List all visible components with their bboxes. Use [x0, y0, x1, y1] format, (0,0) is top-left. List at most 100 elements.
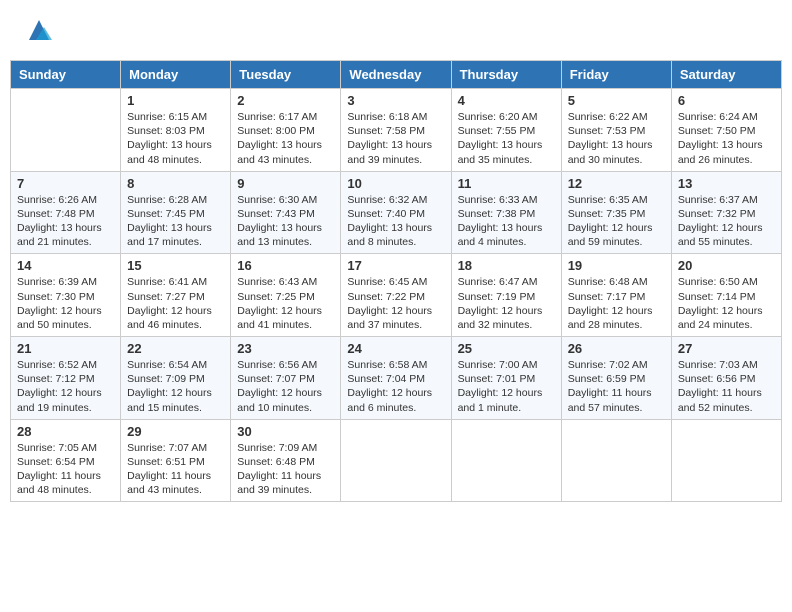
day-info: Sunrise: 7:02 AMSunset: 6:59 PMDaylight:…	[568, 358, 665, 415]
calendar-week-row: 7 Sunrise: 6:26 AMSunset: 7:48 PMDaylight…	[11, 171, 782, 254]
calendar-week-row: 28 Sunrise: 7:05 AMSunset: 6:54 PMDayligh…	[11, 419, 782, 502]
calendar-cell: 10 Sunrise: 6:32 AMSunset: 7:40 PMDayligh…	[341, 171, 451, 254]
day-info: Sunrise: 6:54 AMSunset: 7:09 PMDaylight:…	[127, 358, 224, 415]
logo-icon	[24, 15, 54, 45]
day-number: 6	[678, 93, 775, 108]
day-info: Sunrise: 6:39 AMSunset: 7:30 PMDaylight:…	[17, 275, 114, 332]
column-header-saturday: Saturday	[671, 61, 781, 89]
day-info: Sunrise: 6:47 AMSunset: 7:19 PMDaylight:…	[458, 275, 555, 332]
day-info: Sunrise: 6:35 AMSunset: 7:35 PMDaylight:…	[568, 193, 665, 250]
day-info: Sunrise: 6:17 AMSunset: 8:00 PMDaylight:…	[237, 110, 334, 167]
day-number: 30	[237, 424, 334, 439]
day-number: 14	[17, 258, 114, 273]
calendar-cell: 9Sunrise: 6:30 AMSunset: 7:43 PMDaylight…	[231, 171, 341, 254]
calendar-header-row: SundayMondayTuesdayWednesdayThursdayFrid…	[11, 61, 782, 89]
column-header-friday: Friday	[561, 61, 671, 89]
calendar-week-row: 21Sunrise: 6:52 AMSunset: 7:12 PMDayligh…	[11, 337, 782, 420]
day-number: 15	[127, 258, 224, 273]
day-number: 12	[568, 176, 665, 191]
calendar-cell	[341, 419, 451, 502]
calendar-week-row: 14 Sunrise: 6:39 AMSunset: 7:30 PMDayligh…	[11, 254, 782, 337]
day-info: Sunrise: 6:50 AMSunset: 7:14 PMDaylight:…	[678, 275, 775, 332]
logo	[20, 15, 54, 45]
calendar-cell: 8 Sunrise: 6:28 AMSunset: 7:45 PMDaylight…	[121, 171, 231, 254]
calendar-week-row: 1 Sunrise: 6:15 AMSunset: 8:03 PMDaylight…	[11, 89, 782, 172]
day-number: 7	[17, 176, 114, 191]
calendar-cell: 30 Sunrise: 7:09 AMSunset: 6:48 PMDayligh…	[231, 419, 341, 502]
day-number: 29	[127, 424, 224, 439]
day-info: Sunrise: 7:05 AMSunset: 6:54 PMDaylight:…	[17, 441, 114, 498]
day-info: Sunrise: 6:26 AMSunset: 7:48 PMDaylight:…	[17, 193, 114, 250]
calendar-cell: 2 Sunrise: 6:17 AMSunset: 8:00 PMDaylight…	[231, 89, 341, 172]
calendar-cell: 15 Sunrise: 6:41 AMSunset: 7:27 PMDayligh…	[121, 254, 231, 337]
day-info: Sunrise: 6:28 AMSunset: 7:45 PMDaylight:…	[127, 193, 224, 250]
calendar-cell: 28 Sunrise: 7:05 AMSunset: 6:54 PMDayligh…	[11, 419, 121, 502]
calendar-cell: 20 Sunrise: 6:50 AMSunset: 7:14 PMDayligh…	[671, 254, 781, 337]
calendar-cell	[451, 419, 561, 502]
column-header-thursday: Thursday	[451, 61, 561, 89]
calendar-table: SundayMondayTuesdayWednesdayThursdayFrid…	[10, 60, 782, 502]
day-number: 17	[347, 258, 444, 273]
day-number: 28	[17, 424, 114, 439]
calendar-cell: 16 Sunrise: 6:43 AMSunset: 7:25 PMDayligh…	[231, 254, 341, 337]
day-number: 24	[347, 341, 444, 356]
day-info: Sunrise: 6:22 AMSunset: 7:53 PMDaylight:…	[568, 110, 665, 167]
day-number: 11	[458, 176, 555, 191]
day-info: Sunrise: 6:15 AMSunset: 8:03 PMDaylight:…	[127, 110, 224, 167]
calendar-cell: 12 Sunrise: 6:35 AMSunset: 7:35 PMDayligh…	[561, 171, 671, 254]
day-number: 19	[568, 258, 665, 273]
day-number: 1	[127, 93, 224, 108]
day-info: Sunrise: 6:20 AMSunset: 7:55 PMDaylight:…	[458, 110, 555, 167]
day-number: 18	[458, 258, 555, 273]
column-header-tuesday: Tuesday	[231, 61, 341, 89]
day-number: 20	[678, 258, 775, 273]
day-number: 3	[347, 93, 444, 108]
column-header-wednesday: Wednesday	[341, 61, 451, 89]
day-number: 26	[568, 341, 665, 356]
day-info: Sunrise: 6:58 AMSunset: 7:04 PMDaylight:…	[347, 358, 444, 415]
calendar-cell: 27Sunrise: 7:03 AMSunset: 6:56 PMDayligh…	[671, 337, 781, 420]
calendar-cell: 13 Sunrise: 6:37 AMSunset: 7:32 PMDayligh…	[671, 171, 781, 254]
day-number: 8	[127, 176, 224, 191]
day-info: Sunrise: 6:33 AMSunset: 7:38 PMDaylight:…	[458, 193, 555, 250]
calendar-cell: 23Sunrise: 6:56 AMSunset: 7:07 PMDayligh…	[231, 337, 341, 420]
column-header-monday: Monday	[121, 61, 231, 89]
day-number: 2	[237, 93, 334, 108]
day-info: Sunrise: 6:37 AMSunset: 7:32 PMDaylight:…	[678, 193, 775, 250]
calendar-cell: 21Sunrise: 6:52 AMSunset: 7:12 PMDayligh…	[11, 337, 121, 420]
day-number: 16	[237, 258, 334, 273]
calendar-cell: 4 Sunrise: 6:20 AMSunset: 7:55 PMDaylight…	[451, 89, 561, 172]
day-info: Sunrise: 6:18 AMSunset: 7:58 PMDaylight:…	[347, 110, 444, 167]
day-number: 22	[127, 341, 224, 356]
day-info: Sunrise: 6:24 AMSunset: 7:50 PMDaylight:…	[678, 110, 775, 167]
day-info: Sunrise: 6:32 AMSunset: 7:40 PMDaylight:…	[347, 193, 444, 250]
calendar-cell: 5 Sunrise: 6:22 AMSunset: 7:53 PMDaylight…	[561, 89, 671, 172]
calendar-cell: 19Sunrise: 6:48 AMSunset: 7:17 PMDayligh…	[561, 254, 671, 337]
day-info: Sunrise: 6:52 AMSunset: 7:12 PMDaylight:…	[17, 358, 114, 415]
day-info: Sunrise: 6:41 AMSunset: 7:27 PMDaylight:…	[127, 275, 224, 332]
calendar-cell: 22 Sunrise: 6:54 AMSunset: 7:09 PMDayligh…	[121, 337, 231, 420]
calendar-cell	[561, 419, 671, 502]
day-info: Sunrise: 7:03 AMSunset: 6:56 PMDaylight:…	[678, 358, 775, 415]
calendar-cell: 14 Sunrise: 6:39 AMSunset: 7:30 PMDayligh…	[11, 254, 121, 337]
day-number: 13	[678, 176, 775, 191]
column-header-sunday: Sunday	[11, 61, 121, 89]
day-info: Sunrise: 7:09 AMSunset: 6:48 PMDaylight:…	[237, 441, 334, 498]
day-info: Sunrise: 6:43 AMSunset: 7:25 PMDaylight:…	[237, 275, 334, 332]
calendar-cell: 6 Sunrise: 6:24 AMSunset: 7:50 PMDaylight…	[671, 89, 781, 172]
day-number: 5	[568, 93, 665, 108]
calendar-cell: 18 Sunrise: 6:47 AMSunset: 7:19 PMDayligh…	[451, 254, 561, 337]
day-number: 10	[347, 176, 444, 191]
day-number: 4	[458, 93, 555, 108]
calendar-cell: 29 Sunrise: 7:07 AMSunset: 6:51 PMDayligh…	[121, 419, 231, 502]
day-info: Sunrise: 6:56 AMSunset: 7:07 PMDaylight:…	[237, 358, 334, 415]
day-info: Sunrise: 7:00 AMSunset: 7:01 PMDaylight:…	[458, 358, 555, 415]
calendar-cell	[11, 89, 121, 172]
day-number: 25	[458, 341, 555, 356]
calendar-cell: 24 Sunrise: 6:58 AMSunset: 7:04 PMDayligh…	[341, 337, 451, 420]
calendar-cell: 7 Sunrise: 6:26 AMSunset: 7:48 PMDaylight…	[11, 171, 121, 254]
calendar-cell: 25 Sunrise: 7:00 AMSunset: 7:01 PMDayligh…	[451, 337, 561, 420]
day-info: Sunrise: 7:07 AMSunset: 6:51 PMDaylight:…	[127, 441, 224, 498]
day-info: Sunrise: 6:45 AMSunset: 7:22 PMDaylight:…	[347, 275, 444, 332]
calendar-cell: 11 Sunrise: 6:33 AMSunset: 7:38 PMDayligh…	[451, 171, 561, 254]
